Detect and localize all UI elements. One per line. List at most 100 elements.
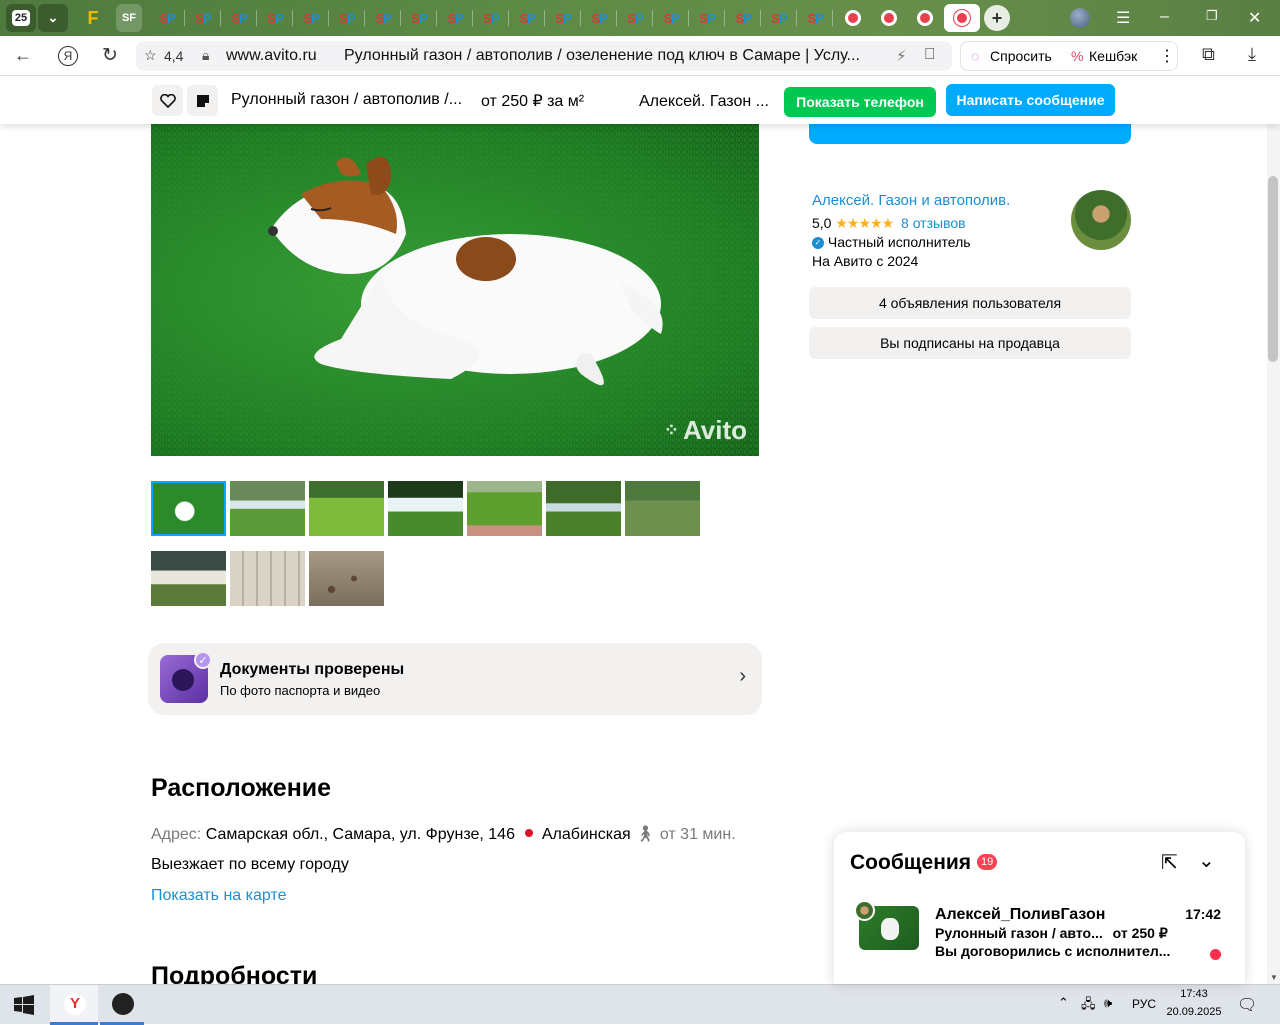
scroll-down-icon[interactable]: ▼: [1270, 973, 1278, 982]
tab-sp-9[interactable]: SP: [440, 4, 470, 32]
star-icon[interactable]: ☆: [144, 47, 157, 64]
tab-sp-7[interactable]: SP: [368, 4, 398, 32]
reload-icon[interactable]: ↻: [102, 44, 118, 67]
contact-button-partial[interactable]: [809, 124, 1131, 144]
main-photo[interactable]: ⁘ Avito: [151, 124, 759, 456]
yandex-browser-icon: Y: [64, 993, 86, 1015]
rating-stars-icon: ★★★★★: [835, 215, 894, 231]
clock-time[interactable]: 17:43: [1172, 988, 1216, 1000]
bookmark-icon[interactable]: ⎕: [925, 46, 935, 64]
sticky-seller[interactable]: Алексей. Газон ...: [639, 93, 769, 111]
menu-icon[interactable]: ☰: [1116, 8, 1130, 28]
gallery-thumbnail[interactable]: [388, 481, 463, 536]
messages-widget: Сообщения 19 ⇱ ⌄ Алексей_ПоливГазон 17:4…: [834, 832, 1245, 984]
tray-chevron-up-icon[interactable]: ⌃: [1058, 995, 1069, 1011]
sp-favicon-icon: SP: [195, 10, 211, 26]
gallery-thumbnail[interactable]: [230, 551, 305, 606]
tab-counter-button[interactable]: 25: [6, 4, 36, 32]
record-icon: [954, 10, 970, 26]
seller-avatar[interactable]: [1071, 190, 1131, 250]
metro-station: Алабинская: [541, 826, 631, 843]
back-arrow-icon[interactable]: ←: [14, 45, 32, 66]
cashback-button[interactable]: Кешбэк: [1089, 48, 1137, 64]
tab-sp-5[interactable]: SP: [296, 4, 326, 32]
tab-record-2[interactable]: [874, 4, 904, 32]
scrollbar-thumb[interactable]: [1268, 176, 1278, 362]
tab-sp-1[interactable]: SP: [152, 4, 182, 32]
tab-sp-17[interactable]: SP: [728, 4, 758, 32]
lock-icon[interactable]: 🔒︎: [202, 47, 209, 64]
app-icon: [112, 993, 134, 1015]
gallery-thumbnail[interactable]: [309, 551, 384, 606]
seller-listings-button[interactable]: 4 объявления пользователя: [809, 287, 1131, 319]
tab-record-1[interactable]: [838, 4, 868, 32]
record-icon: [917, 10, 933, 26]
metro-line-icon: [525, 829, 534, 837]
tab-active-avito[interactable]: [944, 4, 980, 32]
gallery-thumbnail[interactable]: [151, 481, 226, 536]
tab-sp-13[interactable]: SP: [584, 4, 614, 32]
collapse-chevron-icon[interactable]: ⌄: [1198, 848, 1215, 873]
more-vertical-icon[interactable]: ⋮: [1159, 46, 1175, 66]
url-bar[interactable]: ☆ 4,4 🔒︎ www.avito.ru Рулонный газон / а…: [136, 41, 952, 71]
tab-separator: [508, 10, 509, 26]
tab-sp-15[interactable]: SP: [656, 4, 686, 32]
note-icon[interactable]: [187, 85, 218, 116]
yandex-icon[interactable]: Я: [58, 46, 78, 66]
protect-icon[interactable]: ⚡︎: [896, 47, 907, 65]
restore-icon[interactable]: ❐: [1206, 8, 1218, 24]
tab-sp-18[interactable]: SP: [764, 4, 794, 32]
gallery-thumbnail[interactable]: [546, 481, 621, 536]
tab-sp-3[interactable]: SP: [224, 4, 254, 32]
volume-icon[interactable]: 🕪︎: [1104, 995, 1112, 1011]
tab-sp-14[interactable]: SP: [620, 4, 650, 32]
tab-f-label: F: [87, 7, 99, 28]
taskbar-app-2[interactable]: [100, 985, 144, 1025]
network-icon[interactable]: 🖧︎: [1081, 995, 1096, 1017]
tab-sp-2[interactable]: SP: [188, 4, 218, 32]
subscribed-button[interactable]: Вы подписаны на продавца: [809, 327, 1131, 359]
windows-start-icon[interactable]: [14, 995, 34, 1015]
gallery-thumbnail[interactable]: [309, 481, 384, 536]
close-icon[interactable]: ✕: [1248, 8, 1261, 28]
gallery-thumbnail[interactable]: [230, 481, 305, 536]
sticky-title[interactable]: Рулонный газон / автополив /...: [231, 91, 462, 109]
favorite-heart-icon[interactable]: [152, 85, 183, 116]
download-icon[interactable]: ⤓: [1248, 44, 1256, 65]
tab-sp-8[interactable]: SP: [404, 4, 434, 32]
clock-date[interactable]: 20.09.2025: [1162, 1006, 1226, 1018]
tab-sp-19[interactable]: SP: [800, 4, 830, 32]
tab-f[interactable]: F: [78, 4, 108, 32]
tab-sp-12[interactable]: SP: [548, 4, 578, 32]
show-phone-button[interactable]: Показать телефон: [784, 87, 936, 117]
chat-item[interactable]: Алексей_ПоливГазон 17:42 Рулонный газон …: [834, 898, 1245, 984]
open-external-icon[interactable]: ⇱: [1161, 850, 1178, 875]
tab-separator: [436, 10, 437, 26]
gallery-thumbnail[interactable]: [151, 551, 226, 606]
documents-verified-card[interactable]: ✓ Документы проверены По фото паспорта и…: [148, 643, 762, 715]
new-tab-plus-icon[interactable]: +: [984, 5, 1010, 31]
tab-sp-11[interactable]: SP: [512, 4, 542, 32]
gallery-thumbnail[interactable]: [625, 481, 700, 536]
profile-avatar[interactable]: [1070, 8, 1090, 28]
tab-sf[interactable]: SF: [116, 4, 142, 32]
collections-icon[interactable]: ⧉: [1202, 44, 1215, 65]
tab-sp-4[interactable]: SP: [260, 4, 290, 32]
tab-record-3[interactable]: [910, 4, 940, 32]
ask-button[interactable]: Спросить: [990, 48, 1052, 64]
reviews-link[interactable]: 8 отзывов: [901, 215, 966, 231]
gallery-thumbnail[interactable]: [467, 481, 542, 536]
notifications-icon[interactable]: 🗨︎: [1237, 995, 1257, 1015]
tab-list-chevron-icon[interactable]: ⌄: [38, 4, 68, 32]
show-on-map-link[interactable]: Показать на карте: [151, 887, 286, 905]
taskbar-yandex-browser[interactable]: Y: [50, 985, 98, 1025]
tab-sp-10[interactable]: SP: [476, 4, 506, 32]
seller-rating-row: 5,0 ★★★★★ 8 отзывов: [812, 215, 966, 232]
minimize-icon[interactable]: –: [1160, 8, 1169, 26]
write-message-button[interactable]: Написать сообщение: [946, 84, 1115, 116]
language-indicator[interactable]: РУС: [1132, 997, 1156, 1011]
tab-sp-6[interactable]: SP: [332, 4, 362, 32]
tab-sp-16[interactable]: SP: [692, 4, 722, 32]
address-toolbar: ← Я ↻ ☆ 4,4 🔒︎ www.avito.ru Рулонный газ…: [0, 36, 1280, 76]
seller-name[interactable]: Алексей. Газон и автополив.: [812, 192, 1010, 209]
